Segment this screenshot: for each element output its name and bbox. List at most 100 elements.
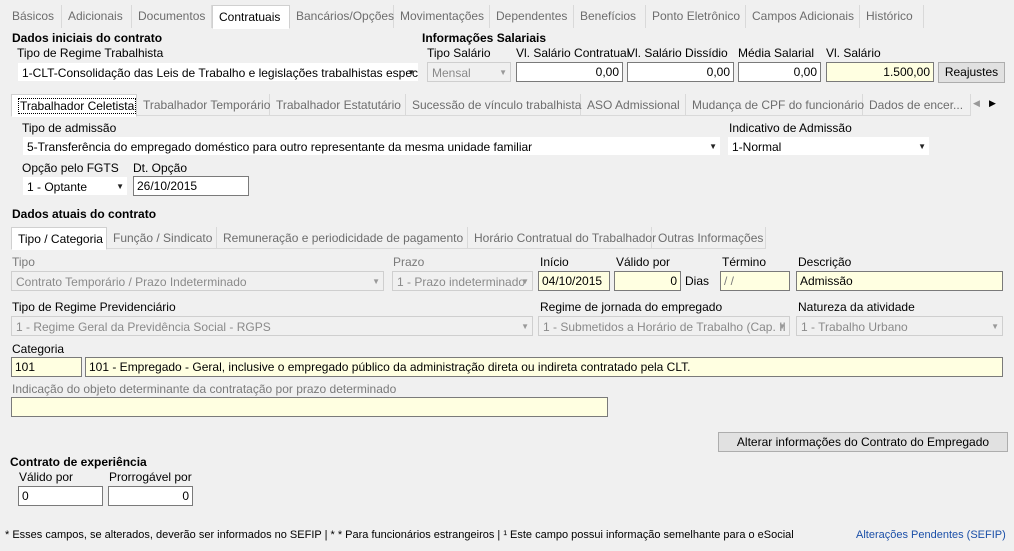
- tab-documentos[interactable]: Documentos: [132, 5, 212, 28]
- mid-tab-bar: Trabalhador Celetista Trabalhador Tempor…: [11, 94, 971, 117]
- tab-historico[interactable]: Histórico: [860, 5, 924, 28]
- tab-campos-adicionais[interactable]: Campos Adicionais: [746, 5, 860, 28]
- fgts-value: 1 - Optante: [27, 180, 88, 194]
- descricao-field[interactable]: Admissão: [796, 271, 1003, 291]
- indicacao-field[interactable]: [11, 397, 608, 417]
- tab-movimentacoes[interactable]: Movimentações: [394, 5, 490, 28]
- reajustes-button[interactable]: Reajustes: [938, 62, 1005, 83]
- dados-atuais-title: Dados atuais do contrato: [12, 207, 157, 221]
- categoria-desc-field[interactable]: 101 - Empregado - Geral, inclusive o emp…: [85, 357, 1003, 377]
- indicativo-admissao-select[interactable]: 1-Normal ▼: [727, 136, 930, 156]
- media-salarial-label: Média Salarial: [738, 46, 815, 60]
- dias-label: Dias: [685, 274, 710, 288]
- categoria-code-field[interactable]: 101: [11, 357, 82, 377]
- vl-salario-label: Vl. Salário: [826, 46, 881, 60]
- vl-contratual-label: Vl. Salário Contratual: [516, 46, 630, 60]
- natureza-select[interactable]: 1 - Trabalho Urbano ▼: [796, 316, 1003, 336]
- vl-salario-field[interactable]: 1.500,00: [826, 62, 934, 82]
- tab-aso-admissional[interactable]: ASO Admissional: [581, 94, 686, 116]
- tipo-salario-value: Mensal: [432, 66, 471, 80]
- tab-trabalhador-estatutario[interactable]: Trabalhador Estatutário: [270, 94, 406, 116]
- chevron-down-icon: ▼: [918, 142, 926, 151]
- tipo-admissao-value: 5-Transferência do empregado doméstico p…: [27, 140, 533, 154]
- chevron-down-icon: ▼: [521, 277, 529, 286]
- chevron-down-icon: ▼: [521, 322, 529, 331]
- categoria-label: Categoria: [12, 342, 65, 356]
- tab-contratuais[interactable]: Contratuais: [212, 5, 290, 29]
- alteracoes-pendentes-link[interactable]: Alterações Pendentes (SEFIP): [856, 529, 1006, 541]
- regime-prev-label: Tipo de Regime Previdenciário: [12, 300, 176, 314]
- tab-trabalhador-celetista[interactable]: Trabalhador Celetista: [11, 94, 137, 117]
- exp-valido-label: Válido por: [19, 470, 74, 484]
- experiencia-title: Contrato de experiência: [10, 455, 147, 469]
- tab-funcao-sindicato[interactable]: Função / Sindicato: [107, 227, 217, 249]
- inicio-field[interactable]: 04/10/2015: [538, 271, 610, 291]
- prazo-value: 1 - Prazo indeterminado: [397, 275, 526, 289]
- tipo-admissao-label: Tipo de admissão: [22, 121, 117, 135]
- tab-scroll-right-icon[interactable]: ▶: [989, 98, 996, 109]
- indicativo-admissao-label: Indicativo de Admissão: [729, 121, 852, 135]
- chevron-down-icon: ▼: [991, 322, 999, 331]
- jornada-select[interactable]: 1 - Submetidos a Horário de Trabalho (Ca…: [538, 316, 790, 336]
- tab-ponto-eletronico[interactable]: Ponto Eletrônico: [646, 5, 746, 28]
- indicativo-admissao-value: 1-Normal: [732, 140, 782, 154]
- chevron-down-icon: ▼: [372, 277, 380, 286]
- chevron-down-icon: ▼: [407, 68, 415, 77]
- tab-adicionais[interactable]: Adicionais: [62, 5, 132, 28]
- inicio-label: Início: [540, 255, 569, 269]
- tab-dependentes[interactable]: Dependentes: [490, 5, 574, 28]
- fgts-label: Opção pelo FGTS: [22, 161, 119, 175]
- tipo-salario-select[interactable]: Mensal ▼: [427, 62, 511, 82]
- dados-atuais-tab-bar: Tipo / Categoria Função / Sindicato Remu…: [11, 227, 766, 250]
- indicacao-label: Indicação do objeto determinante da cont…: [12, 382, 397, 396]
- tab-scroll-left-icon[interactable]: ◀: [973, 98, 980, 109]
- termino-label: Término: [722, 255, 767, 269]
- alterar-contrato-button[interactable]: Alterar informações do Contrato do Empre…: [718, 432, 1008, 452]
- vl-dissidio-field[interactable]: 0,00: [627, 62, 734, 82]
- tab-beneficios[interactable]: Benefícios: [574, 5, 646, 28]
- exp-prorrogavel-field[interactable]: 0: [108, 486, 193, 506]
- chevron-down-icon: ▼: [499, 68, 507, 77]
- tab-basicos[interactable]: Básicos: [6, 5, 62, 28]
- tab-remuneracao[interactable]: Remuneração e periodicidade de pagamento: [217, 227, 468, 249]
- tab-bancarios[interactable]: Bancários/Opções: [290, 5, 394, 28]
- jornada-label: Regime de jornada do empregado: [540, 300, 723, 314]
- regime-trabalhista-value: 1-CLT-Consolidação das Leis de Trabalho …: [22, 66, 419, 80]
- jornada-value: 1 - Submetidos a Horário de Trabalho (Ca…: [543, 320, 790, 334]
- tab-outras-informacoes[interactable]: Outras Informações: [652, 227, 766, 249]
- tipo-select[interactable]: Contrato Temporário / Prazo Indeterminad…: [11, 271, 384, 291]
- exp-valido-field[interactable]: 0: [18, 486, 103, 506]
- valido-por-label: Válido por: [616, 255, 671, 269]
- tab-tipo-categoria[interactable]: Tipo / Categoria: [11, 227, 107, 250]
- regime-trabalhista-select[interactable]: 1-CLT-Consolidação das Leis de Trabalho …: [17, 62, 419, 82]
- natureza-value: 1 - Trabalho Urbano: [801, 320, 908, 334]
- tipo-admissao-select[interactable]: 5-Transferência do empregado doméstico p…: [22, 136, 721, 156]
- top-tab-bar: Básicos Adicionais Documentos Contratuai…: [6, 5, 924, 29]
- chevron-down-icon: ▼: [709, 142, 717, 151]
- tab-trabalhador-temporario[interactable]: Trabalhador Temporário: [137, 94, 270, 116]
- vl-dissidio-label: Vl. Salário Dissídio: [627, 46, 728, 60]
- chevron-down-icon: ▼: [778, 322, 786, 331]
- natureza-label: Natureza da atividade: [798, 300, 915, 314]
- dt-opcao-field[interactable]: 26/10/2015: [133, 176, 249, 196]
- media-salarial-field[interactable]: 0,00: [738, 62, 821, 82]
- regime-prev-select[interactable]: 1 - Regime Geral da Previdência Social -…: [11, 316, 533, 336]
- prazo-select[interactable]: 1 - Prazo indeterminado ▼: [392, 271, 533, 291]
- tab-mudanca-cpf[interactable]: Mudança de CPF do funcionário: [686, 94, 864, 116]
- tab-horario-contratual[interactable]: Horário Contratual do Trabalhador: [468, 227, 656, 249]
- tab-sucessao-vinculo[interactable]: Sucessão de vínculo trabalhista: [406, 94, 581, 116]
- termino-field[interactable]: / /: [720, 271, 790, 291]
- vl-contratual-field[interactable]: 0,00: [516, 62, 623, 82]
- fgts-select[interactable]: 1 - Optante ▼: [22, 176, 128, 196]
- tipo-value: Contrato Temporário / Prazo Indeterminad…: [16, 275, 247, 289]
- prazo-label: Prazo: [393, 255, 425, 269]
- exp-prorrogavel-label: Prorrogável por: [109, 470, 192, 484]
- valido-por-field[interactable]: 0: [614, 271, 681, 291]
- regime-prev-value: 1 - Regime Geral da Previdência Social -…: [16, 320, 271, 334]
- chevron-down-icon: ▼: [116, 182, 124, 191]
- tipo-label: Tipo: [12, 255, 35, 269]
- regime-trabalhista-label: Tipo de Regime Trabalhista: [17, 46, 164, 60]
- tab-dados-encerramento[interactable]: Dados de encer...: [863, 94, 971, 116]
- footer-note: * Esses campos, se alterados, deverão se…: [5, 529, 794, 541]
- dados-iniciais-title: Dados iniciais do contrato: [12, 31, 163, 45]
